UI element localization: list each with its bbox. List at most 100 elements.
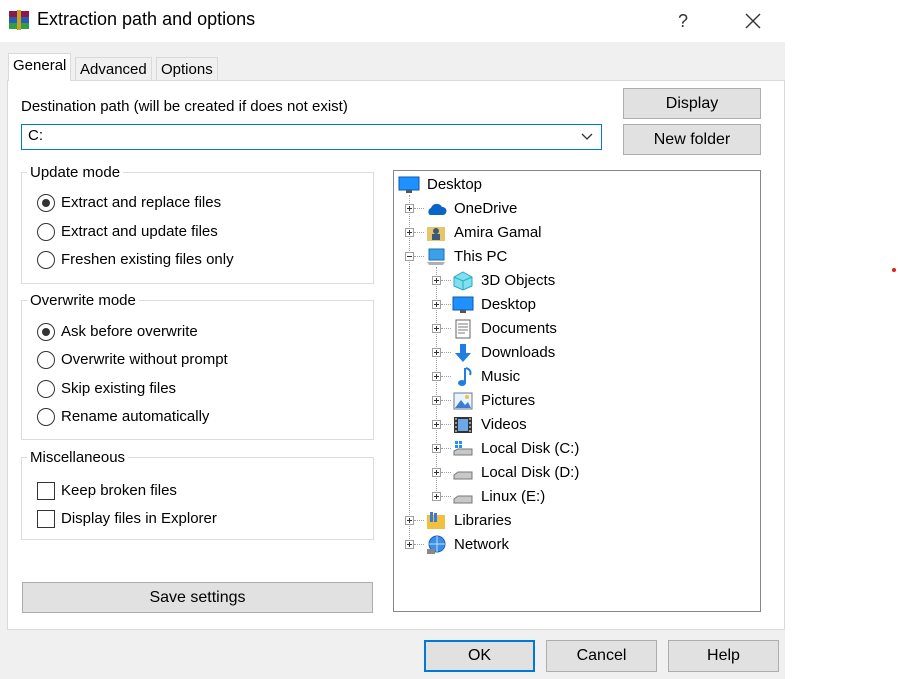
checkbox-display-in-explorer[interactable] bbox=[37, 510, 55, 528]
display-button[interactable]: Display bbox=[623, 88, 761, 119]
option-label[interactable]: Extract and update files bbox=[61, 223, 218, 240]
radio-skip-existing[interactable] bbox=[37, 380, 55, 398]
tree-node-local-disk-d[interactable]: Local Disk (D:) bbox=[452, 461, 732, 485]
download-arrow-icon bbox=[455, 344, 471, 362]
tree-connector bbox=[441, 400, 451, 401]
tree-expander[interactable] bbox=[432, 300, 441, 309]
desktop-icon bbox=[452, 296, 474, 313]
tree-label[interactable]: Amira Gamal bbox=[454, 224, 542, 241]
tree-connector bbox=[441, 376, 451, 377]
network-icon bbox=[427, 535, 446, 554]
checkbox-keep-broken-files[interactable] bbox=[37, 482, 55, 500]
tree-label[interactable]: Local Disk (D:) bbox=[481, 464, 579, 481]
tree-label[interactable]: Local Disk (C:) bbox=[481, 440, 579, 457]
tab-options[interactable]: Options bbox=[156, 57, 218, 81]
tree-label[interactable]: Documents bbox=[481, 320, 557, 337]
desktop-icon bbox=[398, 176, 420, 193]
save-settings-button[interactable]: Save settings bbox=[22, 582, 373, 613]
cloud-icon bbox=[428, 203, 447, 215]
radio-rename-automatically[interactable] bbox=[37, 408, 55, 426]
tree-node-desktop[interactable]: Desktop bbox=[452, 293, 732, 317]
destination-path-value[interactable]: C: bbox=[28, 127, 43, 144]
tree-expander[interactable] bbox=[432, 420, 441, 429]
tree-node-3d-objects[interactable]: 3D Objects bbox=[452, 269, 732, 293]
tree-label[interactable]: 3D Objects bbox=[481, 272, 555, 289]
tree-node-linux-e[interactable]: Linux (E:) bbox=[452, 485, 732, 509]
radio-overwrite-without-prompt[interactable] bbox=[37, 351, 55, 369]
tree-label[interactable]: Network bbox=[454, 536, 509, 553]
tree-node-music[interactable]: Music bbox=[452, 365, 732, 389]
radio-ask-before-overwrite[interactable] bbox=[37, 323, 55, 341]
new-folder-button[interactable]: New folder bbox=[623, 124, 761, 155]
option-label[interactable]: Overwrite without prompt bbox=[61, 351, 228, 368]
tree-node-videos[interactable]: Videos bbox=[452, 413, 732, 437]
music-note-icon bbox=[458, 367, 472, 386]
extraction-dialog: Extraction path and options ? General Ad… bbox=[0, 0, 785, 679]
option-label[interactable]: Freshen existing files only bbox=[61, 251, 234, 268]
option-label[interactable]: Keep broken files bbox=[61, 482, 177, 499]
tab-advanced[interactable]: Advanced bbox=[75, 57, 152, 81]
overwrite-mode-title: Overwrite mode bbox=[27, 292, 139, 309]
tree-node-libraries[interactable]: Libraries bbox=[425, 509, 725, 533]
tree-connector bbox=[441, 304, 451, 305]
cancel-button[interactable]: Cancel bbox=[546, 640, 657, 672]
document-icon bbox=[455, 319, 471, 339]
tree-node-documents[interactable]: Documents bbox=[452, 317, 732, 341]
tree-expander[interactable] bbox=[405, 228, 414, 237]
help-title-button[interactable]: ? bbox=[653, 0, 713, 42]
tree-expander[interactable] bbox=[405, 516, 414, 525]
option-label[interactable]: Extract and replace files bbox=[61, 194, 221, 211]
tree-label[interactable]: This PC bbox=[454, 248, 507, 265]
radio-extract-update[interactable] bbox=[37, 223, 55, 241]
tree-expander[interactable] bbox=[432, 348, 441, 357]
tree-connector bbox=[441, 472, 451, 473]
folder-tree[interactable]: Desktop OneDrive Amira Gamal This PC 3D … bbox=[393, 170, 761, 612]
tree-node-local-disk-c[interactable]: Local Disk (C:) bbox=[452, 437, 732, 461]
destination-label: Destination path (will be created if doe… bbox=[21, 98, 348, 115]
tree-node-downloads[interactable]: Downloads bbox=[452, 341, 732, 365]
tree-node-this-pc[interactable]: This PC bbox=[425, 245, 725, 269]
option-label[interactable]: Display files in Explorer bbox=[61, 510, 217, 527]
help-button[interactable]: Help bbox=[668, 640, 779, 672]
close-button[interactable] bbox=[723, 0, 783, 42]
tree-label[interactable]: Pictures bbox=[481, 392, 535, 409]
tree-collapser[interactable] bbox=[405, 252, 414, 261]
tree-expander[interactable] bbox=[432, 468, 441, 477]
tree-expander[interactable] bbox=[432, 324, 441, 333]
title-bar: Extraction path and options ? bbox=[0, 0, 785, 42]
tree-expander[interactable] bbox=[405, 204, 414, 213]
tree-node-root-desktop[interactable]: Desktop bbox=[398, 173, 738, 197]
tree-expander[interactable] bbox=[432, 444, 441, 453]
tree-label[interactable]: Libraries bbox=[454, 512, 512, 529]
winrar-icon bbox=[9, 10, 29, 30]
tree-label[interactable]: Linux (E:) bbox=[481, 488, 545, 505]
radio-extract-replace[interactable] bbox=[37, 194, 55, 212]
tree-expander[interactable] bbox=[432, 396, 441, 405]
ok-button[interactable]: OK bbox=[424, 640, 535, 672]
update-mode-title: Update mode bbox=[27, 164, 124, 181]
tree-label[interactable]: OneDrive bbox=[454, 200, 517, 217]
tree-node-pictures[interactable]: Pictures bbox=[452, 389, 732, 413]
tree-connector bbox=[441, 328, 451, 329]
tree-expander[interactable] bbox=[405, 540, 414, 549]
tree-expander[interactable] bbox=[432, 276, 441, 285]
window-title: Extraction path and options bbox=[37, 9, 256, 29]
tab-general[interactable]: General bbox=[8, 53, 72, 81]
option-label[interactable]: Rename automatically bbox=[61, 408, 209, 425]
tree-node-onedrive[interactable]: OneDrive bbox=[425, 197, 725, 221]
tree-expander[interactable] bbox=[432, 492, 441, 501]
tree-label[interactable]: Videos bbox=[481, 416, 527, 433]
tree-label[interactable]: Downloads bbox=[481, 344, 555, 361]
tree-node-user[interactable]: Amira Gamal bbox=[425, 221, 725, 245]
destination-path-combobox[interactable]: C: bbox=[21, 124, 602, 150]
tree-label[interactable]: Music bbox=[481, 368, 520, 385]
tree-label[interactable]: Desktop bbox=[481, 296, 536, 313]
radio-freshen-only[interactable] bbox=[37, 251, 55, 269]
option-label[interactable]: Ask before overwrite bbox=[61, 323, 198, 340]
chevron-down-icon[interactable] bbox=[580, 128, 594, 144]
tree-expander[interactable] bbox=[432, 372, 441, 381]
option-label[interactable]: Skip existing files bbox=[61, 380, 176, 397]
tree-connector bbox=[441, 496, 451, 497]
tree-label[interactable]: Desktop bbox=[427, 176, 482, 193]
tree-node-network[interactable]: Network bbox=[425, 533, 725, 557]
